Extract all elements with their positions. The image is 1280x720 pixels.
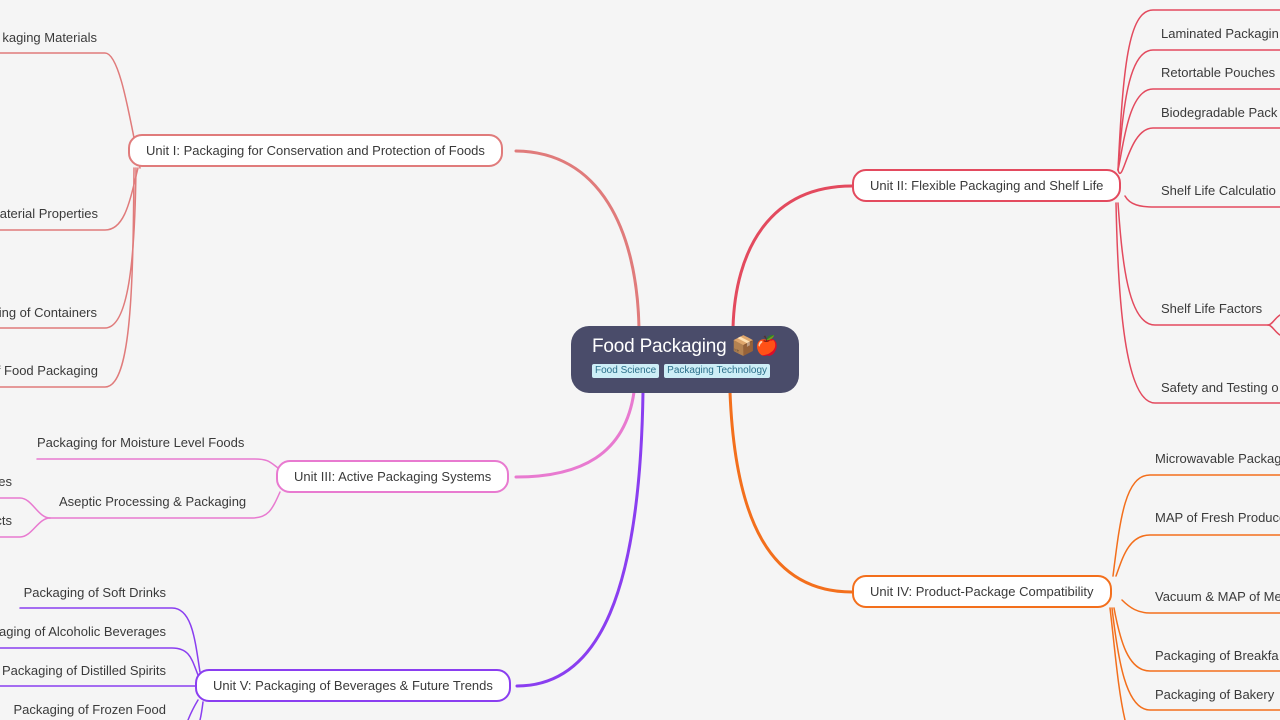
root-node[interactable]: Food Packaging 📦🍎 Food Science Packaging… — [571, 326, 799, 393]
leaf-microwavable-packaging[interactable]: Microwavable Packag — [1155, 451, 1280, 467]
unit-4-node[interactable]: Unit IV: Product-Package Compatibility — [852, 575, 1112, 608]
edge-unit-1-leaf-1 — [0, 52, 141, 169]
edge-root-unit-3 — [514, 390, 636, 479]
edge-unit-3-leaf-1 — [36, 458, 279, 469]
edge-root-unit-4 — [728, 390, 854, 594]
leaf-packaging-breakfast[interactable]: Packaging of Breakfa — [1155, 648, 1279, 664]
leaf-distilled-spirits[interactable]: Packaging of Distilled Spirits — [2, 663, 166, 679]
unit-3-node[interactable]: Unit III: Active Packaging Systems — [276, 460, 510, 493]
unit-1-node[interactable]: Unit I: Packaging for Conservation and P… — [128, 134, 503, 167]
edge-root-unit-5 — [515, 390, 645, 688]
root-title: Food Packaging 📦🍎 — [592, 336, 779, 357]
edge-unit-5-leaf-5 — [199, 701, 204, 720]
leaf-packaging-materials[interactable]: kaging Materials — [2, 30, 97, 46]
leaf-shelf-life-calculation[interactable]: Shelf Life Calculatio — [1161, 183, 1276, 199]
root-tags: Food Science Packaging Technology — [592, 364, 799, 378]
leaf-packaging-bakery[interactable]: Packaging of Bakery — [1155, 687, 1274, 703]
leaf-aseptic-sub-2[interactable]: cts — [0, 513, 12, 529]
edge-root-unit-2 — [731, 184, 854, 330]
leaf-alcoholic-beverages[interactable]: aging of Alcoholic Beverages — [0, 624, 166, 640]
tag-packaging-technology[interactable]: Packaging Technology — [664, 364, 771, 378]
edge-unit-4-leaf-2 — [1115, 534, 1280, 577]
edge-shelf-factors-sub-2 — [1267, 324, 1280, 336]
edge-unit-1-leaf-4 — [0, 167, 135, 388]
unit-5-node[interactable]: Unit V: Packaging of Beverages & Future … — [195, 669, 511, 702]
edge-unit-5-leaf-4 — [187, 699, 199, 720]
leaf-laminated-packaging[interactable]: Laminated Packagin — [1161, 26, 1279, 42]
leaf-soft-drinks[interactable]: Packaging of Soft Drinks — [24, 585, 166, 601]
edge-unit-1-leaf-3 — [0, 167, 137, 329]
leaf-retortable-pouches[interactable]: Retortable Pouches — [1161, 65, 1275, 81]
leaf-vacuum-map-meat[interactable]: Vacuum & MAP of Me — [1155, 589, 1280, 605]
edge-root-unit-1 — [514, 149, 641, 330]
leaf-frozen-food[interactable]: Packaging of Frozen Food — [14, 702, 166, 718]
tag-food-science[interactable]: Food Science — [592, 364, 660, 378]
edge-shelf-factors-sub-1 — [1267, 314, 1280, 326]
edge-unit-2-leaf-4 — [1117, 127, 1280, 174]
leaf-moisture-level-foods[interactable]: Packaging for Moisture Level Foods — [37, 435, 244, 451]
leaf-shelf-life-factors[interactable]: Shelf Life Factors — [1161, 301, 1262, 317]
leaf-safety-and-testing[interactable]: Safety and Testing o — [1161, 380, 1279, 396]
edge-unit-2-leaf-3 — [1117, 88, 1280, 171]
leaf-testing-of-containers[interactable]: ing of Containers — [0, 305, 97, 321]
mindmap-canvas[interactable]: Food Packaging 📦🍎 Food Science Packaging… — [0, 0, 1280, 720]
leaf-material-properties[interactable]: aterial Properties — [0, 206, 98, 222]
leaf-aseptic-processing[interactable]: Aseptic Processing & Packaging — [59, 494, 246, 510]
leaf-aseptic-sub-1[interactable]: es — [0, 474, 12, 490]
leaf-biodegradable-packaging[interactable]: Biodegradable Pack — [1161, 105, 1277, 121]
unit-2-node[interactable]: Unit II: Flexible Packaging and Shelf Li… — [852, 169, 1122, 202]
leaf-map-fresh-produce[interactable]: MAP of Fresh Produce — [1155, 510, 1280, 526]
leaf-laws-of-food-packaging[interactable]: f Food Packaging — [0, 363, 98, 379]
